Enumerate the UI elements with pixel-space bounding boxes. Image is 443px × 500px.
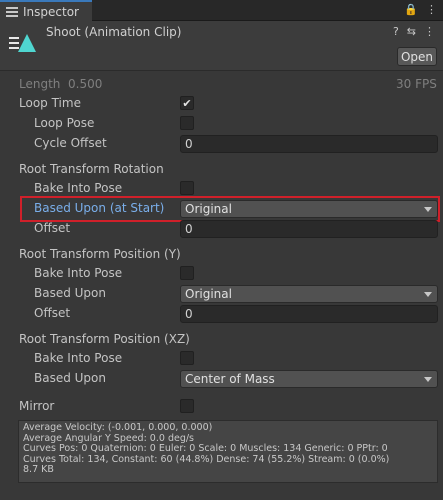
length-value: 0.500: [68, 77, 103, 91]
position-y-based-upon-dropdown[interactable]: Original: [180, 285, 438, 303]
position-y-offset-field[interactable]: 0: [180, 305, 438, 323]
rotation-based-upon-label: Based Upon (at Start): [34, 201, 165, 215]
animation-clip-icon: [9, 33, 37, 53]
length-label: Length: [19, 77, 61, 91]
dropdown-arrow-icon: [424, 292, 432, 297]
checkmark-icon: ✔: [182, 96, 192, 110]
position-xz-based-upon-value: Center of Mass: [185, 372, 275, 386]
loop-time-label: Loop Time: [19, 96, 81, 110]
rotation-bake-checkbox[interactable]: [180, 181, 194, 195]
rotation-based-upon-dropdown[interactable]: Original: [180, 200, 438, 218]
loop-time-checkbox[interactable]: ✔: [180, 96, 194, 110]
rotation-based-upon-value: Original: [185, 202, 232, 216]
position-y-based-upon-label: Based Upon: [34, 286, 106, 300]
stats-average-velocity: Average Velocity: (-0.001, 0.000, 0.000): [23, 422, 213, 433]
stats-size: 8.7 KB: [23, 464, 54, 476]
position-xz-bake-checkbox[interactable]: [180, 351, 194, 365]
position-y-bake-checkbox[interactable]: [180, 266, 194, 280]
rotation-offset-field[interactable]: 0: [180, 220, 438, 238]
tab-menu-icon[interactable]: ⋮: [426, 3, 437, 16]
preset-settings-icon[interactable]: ⇆: [407, 25, 416, 38]
help-icon[interactable]: ?: [393, 25, 399, 38]
clip-stats-box: Average Velocity: (-0.001, 0.000, 0.000)…: [18, 420, 438, 483]
root-rotation-section-label: Root Transform Rotation: [19, 162, 164, 176]
position-y-based-upon-value: Original: [185, 287, 232, 301]
dropdown-arrow-icon: [424, 377, 432, 382]
root-position-xz-section-label: Root Transform Position (XZ): [19, 332, 190, 346]
lock-icon[interactable]: 🔒: [404, 3, 418, 16]
context-menu-icon[interactable]: ⋮: [424, 25, 435, 38]
tab-bar: Inspector 🔒 ⋮: [0, 0, 443, 21]
fps-value: 30 FPS: [396, 77, 437, 91]
inspector-header: Shoot (Animation Clip) ? ⇆ ⋮ Open: [0, 21, 443, 71]
position-xz-based-upon-dropdown[interactable]: Center of Mass: [180, 370, 438, 388]
stats-curves-total: Curves Total: 134, Constant: 60 (44.8%) …: [23, 453, 390, 465]
position-xz-based-upon-label: Based Upon: [34, 371, 106, 385]
tab-inspector-label: Inspector: [23, 4, 79, 19]
mirror-label: Mirror: [19, 399, 55, 413]
mirror-checkbox[interactable]: [180, 399, 194, 413]
position-xz-bake-label: Bake Into Pose: [34, 351, 123, 365]
open-button[interactable]: Open: [397, 47, 437, 66]
position-y-offset-label: Offset: [34, 306, 71, 320]
position-y-bake-label: Bake Into Pose: [34, 266, 123, 280]
tab-inspector[interactable]: Inspector: [0, 0, 92, 21]
loop-pose-label: Loop Pose: [34, 116, 95, 130]
inspector-icon: [6, 6, 18, 17]
rotation-bake-label: Bake Into Pose: [34, 181, 123, 195]
root-position-y-section-label: Root Transform Position (Y): [19, 247, 181, 261]
rotation-offset-label: Offset: [34, 221, 71, 235]
page-title: Shoot (Animation Clip): [46, 25, 182, 39]
dropdown-arrow-icon: [424, 207, 432, 212]
cycle-offset-field[interactable]: 0: [180, 135, 438, 153]
loop-pose-checkbox[interactable]: [180, 116, 194, 130]
cycle-offset-label: Cycle Offset: [34, 136, 107, 150]
